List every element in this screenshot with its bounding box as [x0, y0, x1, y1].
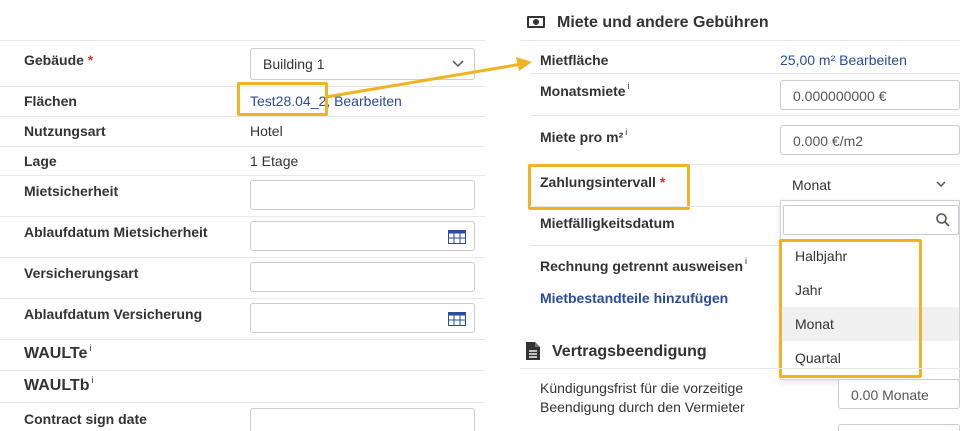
calendar-icon[interactable] — [448, 230, 466, 244]
highlight-payment-interval — [528, 164, 690, 210]
row-divider — [0, 402, 485, 403]
insurance-type-label: Versicherungsart — [24, 265, 139, 281]
rent-area-label: Mietfläche — [540, 52, 609, 68]
insurance-type-input[interactable] — [250, 262, 475, 292]
row-divider — [0, 175, 485, 176]
row-divider — [530, 245, 780, 246]
usage-value: Hotel — [250, 123, 283, 139]
usage-label: Nutzungsart — [24, 123, 106, 139]
separate-invoice-label: Rechnung getrennt ausweisen i — [540, 256, 747, 274]
info-icon[interactable]: i — [625, 127, 627, 137]
waulte-label: WAULTe i — [24, 343, 91, 363]
monthly-rent-input[interactable]: 0.000000000 € — [780, 80, 960, 110]
separate-invoice-label-text: Rechnung getrennt ausweisen — [540, 258, 744, 274]
rent-per-m2-input[interactable]: 0.000 €/m2 — [780, 125, 960, 155]
building-select-value: Building 1 — [263, 56, 325, 72]
section-termination-title: Vertragsbeendigung — [552, 343, 707, 360]
areas-label: Flächen — [24, 93, 77, 109]
waulte-label-text: WAULTe — [24, 345, 88, 362]
rent-per-m2-value: 0.000 €/m2 — [793, 133, 864, 149]
contract-sign-label: Contract sign date — [24, 411, 147, 427]
document-icon — [526, 342, 540, 360]
calendar-icon[interactable] — [448, 312, 466, 326]
section-rent-title: Miete und andere Gebühren — [557, 14, 769, 31]
dropdown-search-input[interactable] — [783, 205, 959, 235]
highlight-dropdown-options — [779, 239, 922, 378]
deposit-label: Mietsicherheit — [24, 183, 119, 199]
info-icon[interactable]: i — [745, 256, 747, 266]
location-label: Lage — [24, 153, 57, 169]
row-divider — [0, 216, 485, 217]
deposit-expiry-date-input[interactable] — [250, 221, 475, 251]
section-divider — [520, 40, 960, 41]
next-row-input[interactable] — [838, 424, 960, 431]
row-divider — [530, 73, 960, 74]
row-divider — [0, 257, 485, 258]
highlight-areas — [237, 82, 328, 116]
building-label: Gebäude * — [24, 52, 93, 68]
row-divider — [0, 116, 485, 117]
notice-period-input[interactable]: 0.00 Monate — [838, 379, 960, 409]
search-icon — [936, 213, 950, 227]
money-icon — [527, 16, 545, 28]
row-divider — [0, 298, 485, 299]
monthly-rent-label: Monatsmiete i — [540, 81, 630, 99]
rent-area-number: 25,00 m² — [780, 52, 836, 68]
waultb-label: WAULTb i — [24, 375, 93, 395]
deposit-input[interactable] — [250, 180, 475, 210]
building-label-text: Gebäude — [24, 52, 84, 68]
due-date-label: Mietfälligkeitsdatum — [540, 215, 675, 231]
monthly-rent-value: 0.000000000 € — [793, 88, 887, 104]
payment-interval-value: Monat — [792, 177, 831, 193]
rent-per-m2-label-text: Miete pro m² — [540, 129, 624, 145]
notice-period-label-line1: Kündigungsfrist für die vorzeitige — [540, 380, 744, 396]
waultb-label-text: WAULTb — [24, 377, 90, 394]
info-icon[interactable]: i — [628, 81, 630, 91]
row-divider — [0, 339, 485, 340]
deposit-expiry-label: Ablaufdatum Mietsicherheit — [24, 224, 208, 240]
row-divider — [0, 370, 485, 371]
rent-area-value: 25,00 m² Bearbeiten — [780, 52, 907, 68]
rent-per-m2-label: Miete pro m² i — [540, 127, 627, 145]
contract-sign-date-input[interactable] — [250, 408, 475, 431]
add-components-link[interactable]: Mietbestandteile hinzufügen — [540, 290, 728, 306]
row-divider — [530, 206, 780, 207]
section-divider — [520, 368, 960, 369]
row-divider — [530, 115, 960, 116]
notice-period-label-line2: Beendigung durch den Vermieter — [540, 399, 745, 415]
insurance-expiry-label: Ablaufdatum Versicherung — [24, 306, 203, 322]
left-top-divider — [0, 40, 485, 41]
annotation-arrow — [325, 57, 532, 99]
info-icon[interactable]: i — [89, 343, 91, 353]
rent-area-edit-link[interactable]: Bearbeiten — [839, 52, 907, 68]
required-mark: * — [87, 52, 94, 68]
row-divider — [0, 146, 485, 147]
payment-interval-select[interactable]: Monat — [780, 170, 960, 200]
insurance-expiry-date-input[interactable] — [250, 303, 475, 333]
location-value: 1 Etage — [250, 153, 299, 169]
notice-period-value: 0.00 Monate — [851, 387, 929, 403]
monthly-rent-label-text: Monatsmiete — [540, 83, 626, 99]
info-icon[interactable]: i — [91, 375, 93, 385]
chevron-down-icon — [936, 181, 946, 188]
